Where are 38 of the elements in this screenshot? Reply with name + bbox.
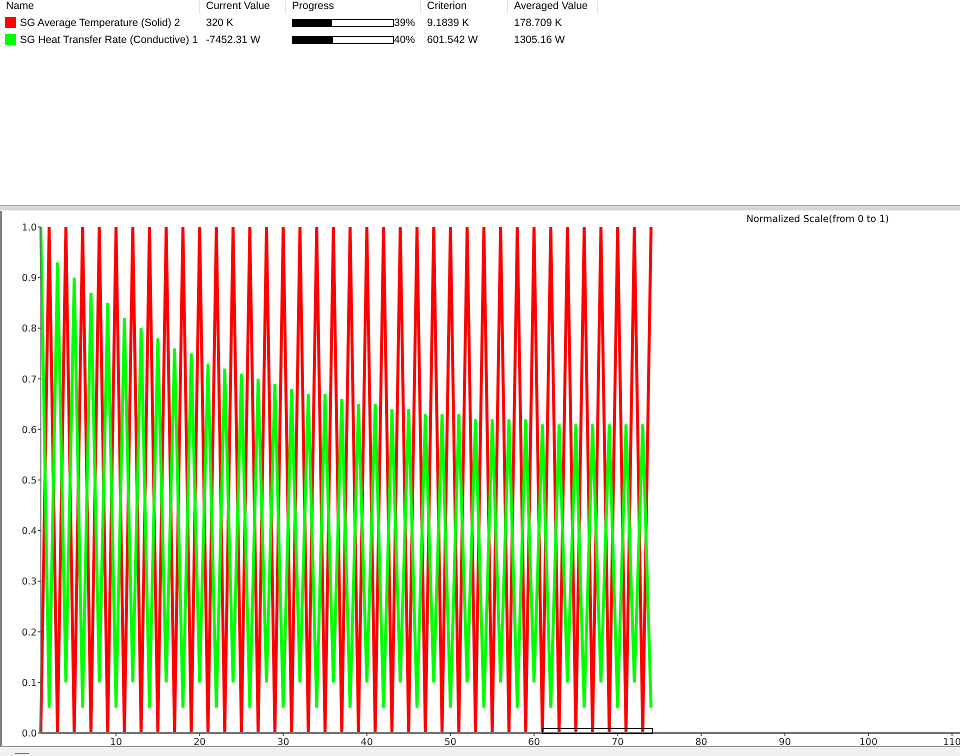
monitor-name: SG Average Temperature (Solid) 2 — [20, 16, 180, 28]
tick-label: 0.2 — [22, 627, 37, 638]
table-cell: 601.542 W — [427, 34, 478, 46]
table-cell: -7452.31 W — [206, 34, 260, 46]
column-header[interactable]: Current Value — [200, 0, 286, 14]
column-header[interactable]: Progress — [286, 0, 421, 14]
column-header[interactable]: Averaged Value — [508, 0, 598, 14]
table-cell: 320 K — [206, 16, 234, 28]
tick-label: 0.4 — [22, 526, 37, 538]
tick-label: 0.0 — [22, 728, 37, 740]
tick-label: 0.3 — [22, 576, 37, 588]
tick-label: 0.8 — [22, 324, 37, 335]
splitter-handle[interactable] — [15, 753, 29, 754]
tick-label: 10 — [110, 737, 122, 746]
table-cell: 9.1839 K — [427, 16, 470, 28]
monitor-name: SG Heat Transfer Rate (Conductive) 1 — [20, 34, 198, 46]
tick-label: 90 — [778, 737, 791, 746]
chart-title: Normalized Scale(from 0 to 1) — [746, 214, 889, 225]
tick-label: 30 — [277, 737, 290, 746]
tick-label: 40 — [360, 737, 373, 746]
tick-label: 80 — [695, 737, 708, 746]
table-cell: 1305.16 W — [514, 34, 565, 46]
tick-label: 0.5 — [22, 476, 37, 486]
tick-label: 0.7 — [22, 374, 37, 386]
tick-label: 0.9 — [22, 273, 37, 284]
tick-label: 20 — [194, 737, 206, 746]
tick-label: 100 — [859, 737, 878, 746]
column-header[interactable]: Name — [0, 0, 200, 14]
progress-percent: 39% — [394, 16, 416, 28]
column-header[interactable]: Criterion — [421, 0, 508, 14]
tick-label: 0.1 — [22, 678, 37, 689]
tick-label: 60 — [528, 737, 540, 746]
tick-label: 70 — [612, 737, 624, 746]
tick-label: 0.6 — [22, 424, 37, 436]
progress-percent: 40% — [394, 34, 416, 46]
tick-label: 1.0 — [22, 222, 37, 234]
tick-label: 50 — [444, 737, 456, 746]
table-cell: 178.709 K — [514, 16, 562, 28]
